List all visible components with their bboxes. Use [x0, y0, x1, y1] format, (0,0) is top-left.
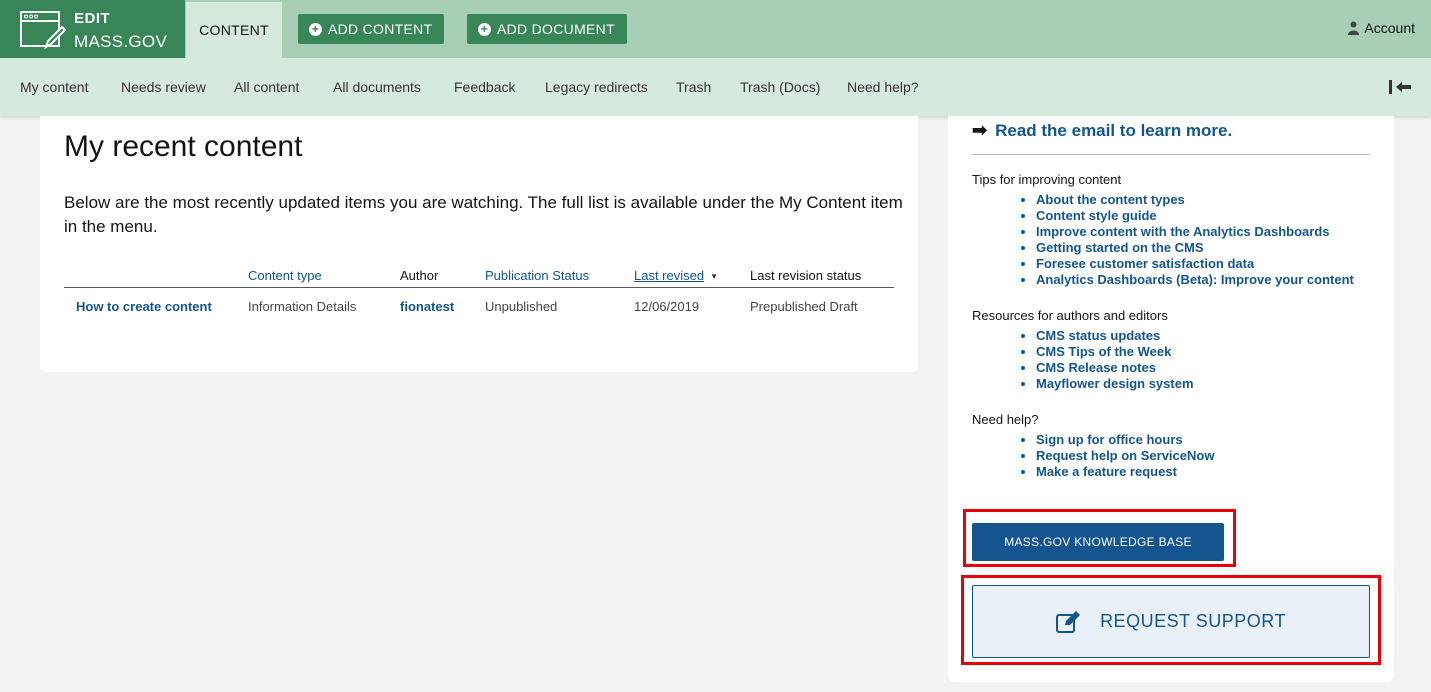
browser-pencil-icon: [20, 11, 66, 50]
read-email-link[interactable]: ➡ Read the email to learn more.: [972, 120, 1232, 141]
help-link[interactable]: Make a feature request: [1036, 464, 1214, 480]
tip-link[interactable]: Improve content with the Analytics Dashb…: [1036, 224, 1354, 240]
plus-circle-icon: +: [309, 22, 322, 36]
resource-link[interactable]: CMS status updates: [1036, 328, 1194, 344]
col-last-revised-label: Last revised: [634, 268, 705, 283]
col-last-revised[interactable]: Last revised ▼: [634, 268, 718, 283]
tip-link[interactable]: About the content types: [1036, 192, 1354, 208]
content-type-cell: Information Details: [248, 299, 357, 314]
knowledge-base-button[interactable]: MASS.GOV KNOWLEDGE BASE: [972, 523, 1224, 561]
tip-link[interactable]: Getting started on the CMS: [1036, 240, 1354, 256]
help-heading: Need help?: [972, 412, 1039, 427]
tips-list: About the content types Content style gu…: [1036, 192, 1354, 288]
nav-legacy-redirects[interactable]: Legacy redirects: [545, 79, 648, 95]
secondary-nav: My content Needs review All content All …: [0, 58, 1431, 116]
resources-list: CMS status updates CMS Tips of the Week …: [1036, 328, 1194, 392]
nav-all-documents[interactable]: All documents: [333, 79, 421, 95]
account-menu[interactable]: Account: [1348, 20, 1415, 36]
read-email-label: Read the email to learn more.: [995, 120, 1233, 140]
recent-content-card: My recent content Below are the most rec…: [40, 116, 918, 372]
tip-link[interactable]: Foresee customer satisfaction data: [1036, 256, 1354, 272]
tip-link[interactable]: Analytics Dashboards (Beta): Improve you…: [1036, 272, 1354, 288]
col-author: Author: [400, 268, 439, 283]
nav-feedback[interactable]: Feedback: [454, 79, 515, 95]
add-content-label: ADD CONTENT: [328, 21, 433, 37]
divider: [972, 154, 1370, 155]
nav-my-content[interactable]: My content: [20, 79, 88, 95]
publication-status-cell: Unpublished: [485, 299, 558, 314]
arrow-right-icon: ➡: [972, 120, 988, 140]
collapse-sidebar-icon[interactable]: [1389, 80, 1413, 94]
account-label: Account: [1364, 20, 1415, 36]
resource-link[interactable]: CMS Release notes: [1036, 360, 1194, 376]
table-row: How to create content Information Detail…: [64, 288, 894, 324]
plus-circle-icon: +: [478, 22, 491, 36]
author-link[interactable]: fionatest: [400, 299, 454, 314]
add-document-label: ADD DOCUMENT: [497, 21, 615, 37]
tab-content[interactable]: CONTENT: [186, 2, 282, 58]
col-content-type[interactable]: Content type: [248, 268, 322, 283]
add-content-button[interactable]: + ADD CONTENT: [298, 14, 445, 44]
page-title: My recent content: [64, 130, 303, 163]
user-icon: [1348, 21, 1360, 35]
table-header: Content type Author Publication Status L…: [64, 260, 894, 288]
resource-link[interactable]: Mayflower design system: [1036, 376, 1194, 392]
edit-mass-gov-logo[interactable]: EDIT MASS.GOV: [0, 0, 185, 58]
resources-heading: Resources for authors and editors: [972, 308, 1168, 323]
content-title-link[interactable]: How to create content: [76, 299, 212, 314]
brand-edit-label: EDIT: [74, 10, 111, 27]
help-link[interactable]: Request help on ServiceNow: [1036, 448, 1214, 464]
request-support-button[interactable]: REQUEST SUPPORT: [972, 585, 1370, 658]
nav-trash-docs[interactable]: Trash (Docs): [740, 79, 820, 95]
nav-needs-review[interactable]: Needs review: [121, 79, 206, 95]
help-link[interactable]: Sign up for office hours: [1036, 432, 1214, 448]
nav-all-content[interactable]: All content: [234, 79, 299, 95]
nav-trash[interactable]: Trash: [676, 79, 711, 95]
tip-link[interactable]: Content style guide: [1036, 208, 1354, 224]
edit-square-icon: [1056, 610, 1081, 633]
resource-link[interactable]: CMS Tips of the Week: [1036, 344, 1194, 360]
help-sidebar: ➡ Read the email to learn more. Tips for…: [948, 116, 1394, 682]
last-revised-cell: 12/06/2019: [634, 299, 700, 314]
nav-need-help[interactable]: Need help?: [847, 79, 919, 95]
add-document-button[interactable]: + ADD DOCUMENT: [467, 14, 627, 44]
col-publication-status[interactable]: Publication Status: [485, 268, 589, 283]
help-list: Sign up for office hours Request help on…: [1036, 432, 1214, 480]
request-support-label: REQUEST SUPPORT: [1100, 611, 1286, 631]
brand-site-label: MASS.GOV: [74, 32, 168, 51]
top-bar: EDIT MASS.GOV CONTENT + ADD CONTENT + AD…: [0, 0, 1431, 58]
tips-heading: Tips for improving content: [972, 172, 1122, 187]
intro-text: Below are the most recently updated item…: [64, 193, 903, 236]
revision-status-cell: Prepublished Draft: [750, 299, 858, 314]
col-last-revision-status: Last revision status: [750, 268, 862, 283]
sort-desc-icon: ▼: [710, 272, 719, 282]
